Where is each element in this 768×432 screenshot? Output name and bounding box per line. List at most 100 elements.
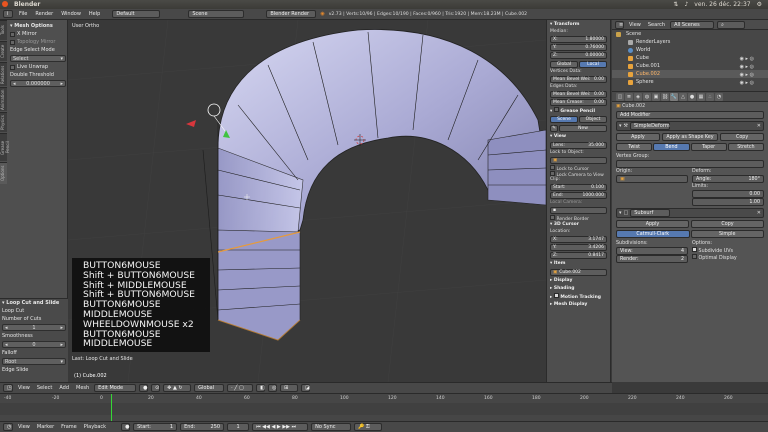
limit-max-field[interactable]: 1.00: [692, 198, 764, 206]
bend-button[interactable]: Bend: [653, 143, 690, 151]
record-icon[interactable]: ●: [121, 423, 131, 431]
gp-object-button[interactable]: Object: [579, 116, 607, 123]
shading-icon[interactable]: ●: [139, 384, 149, 392]
particles-tab-icon[interactable]: ∴: [706, 93, 714, 101]
live-unwrap-checkbox[interactable]: Live Unwrap: [8, 63, 68, 71]
lens-field[interactable]: Lens: 35.000: [550, 142, 607, 149]
pivot-icon[interactable]: ⊙: [151, 384, 161, 392]
add-modifier-dropdown[interactable]: Add Modifier: [616, 111, 764, 119]
angle-field[interactable]: Angle: 180°: [692, 175, 764, 183]
motion-tracking-header[interactable]: ▸ Motion Tracking: [550, 293, 607, 301]
chevron-down-icon[interactable]: ▾: [619, 210, 622, 216]
keying-icons[interactable]: 🔑 ⚿: [354, 423, 383, 431]
occlude-icon[interactable]: ◧: [256, 384, 266, 392]
view-header[interactable]: ▾ View: [550, 133, 607, 141]
menu-render[interactable]: Render: [33, 11, 55, 17]
edge-select-mode-dropdown[interactable]: Select ▾: [10, 55, 66, 62]
apply-button[interactable]: Apply: [616, 220, 689, 228]
outliner-search-menu[interactable]: Search: [646, 22, 667, 28]
outliner-row-sphere[interactable]: Sphere ◉ ▸ ◎: [612, 78, 768, 86]
close-icon[interactable]: ✕: [757, 210, 761, 216]
double-threshold-field[interactable]: ◂ 0.000000 ▸: [10, 80, 66, 87]
cursor-x-field[interactable]: X: 3.1747: [550, 236, 607, 243]
mesh-options-header[interactable]: ▾ Mesh Options: [8, 22, 68, 30]
menu-select[interactable]: Select: [35, 385, 54, 391]
clock[interactable]: ven. 26 déc. 22:37: [694, 1, 750, 8]
operator-header[interactable]: ▾ Loop Cut and Slide: [0, 299, 68, 307]
editor-type-icon[interactable]: ◳: [3, 384, 13, 392]
menu-mesh[interactable]: Mesh: [74, 385, 91, 391]
limit-min-field[interactable]: 0.00: [692, 190, 764, 198]
taper-button[interactable]: Taper: [690, 143, 727, 151]
display-header[interactable]: ▸ Display: [550, 277, 607, 285]
outliner-row-cube[interactable]: Cube ◉ ▸ ◎: [612, 54, 768, 62]
screen-layout-select[interactable]: Default: [112, 10, 161, 18]
origin-field[interactable]: ▣: [616, 175, 688, 183]
transform-header[interactable]: ▾ Transform: [550, 21, 607, 29]
mode-select[interactable]: Edit Mode: [94, 384, 137, 392]
local-button[interactable]: Local: [579, 61, 607, 68]
volume-icon[interactable]: ♪: [684, 1, 688, 8]
global-button[interactable]: Global: [550, 61, 578, 68]
menu-marker[interactable]: Marker: [35, 424, 56, 430]
copy-button[interactable]: Copy: [691, 220, 764, 228]
close-icon[interactable]: ✕: [757, 123, 761, 129]
menu-view[interactable]: View: [16, 424, 32, 430]
tab-grease-pencil[interactable]: Grease Pencil: [0, 133, 10, 161]
falloff-dropdown[interactable]: Root ▾: [2, 358, 66, 365]
tab-relations[interactable]: Relations: [0, 62, 7, 86]
stretch-button[interactable]: Stretch: [727, 143, 764, 151]
menu-help[interactable]: Help: [87, 11, 102, 17]
local-camera-field[interactable]: ▪: [550, 207, 607, 214]
topology-mirror-checkbox[interactable]: Topology Mirror: [8, 38, 68, 46]
x-mirror-checkbox[interactable]: X Mirror: [8, 30, 68, 38]
smoothness-field[interactable]: ◂ 0 ▸: [2, 341, 66, 348]
subdivide-uvs-checkbox[interactable]: Subdivide UVs: [692, 247, 764, 254]
start-frame-field[interactable]: Start: 1: [133, 423, 178, 431]
editor-type-icon[interactable]: ≡: [615, 20, 624, 29]
constraints-tab-icon[interactable]: ⛓: [661, 93, 669, 101]
cursor-y-field[interactable]: Y: 3.4206: [550, 244, 607, 251]
apply-button[interactable]: Apply: [616, 133, 660, 141]
current-frame-field[interactable]: 1: [227, 423, 250, 431]
modifier-name-field[interactable]: Subsurf: [630, 209, 671, 217]
data-tab-icon[interactable]: △: [679, 93, 687, 101]
gp-new-button[interactable]: New: [559, 125, 607, 132]
median-x-field[interactable]: X: 1.80000: [550, 36, 607, 43]
manipulator-icons[interactable]: ✥ ▲ ↻: [163, 384, 192, 392]
menu-playback[interactable]: Playback: [82, 424, 108, 430]
outliner-row-scene[interactable]: Scene: [612, 30, 768, 38]
render-levels-field[interactable]: Render: 2: [616, 255, 688, 263]
texture-tab-icon[interactable]: ▦: [697, 93, 705, 101]
edge-bevel-weight-field[interactable]: Mean Bevel Wei: 0.00: [550, 91, 607, 98]
shading-header[interactable]: ▸ Shading: [550, 285, 607, 293]
modifier-name-field[interactable]: SimpleDeform: [630, 122, 670, 130]
close-icon[interactable]: [2, 1, 8, 7]
copy-button[interactable]: Copy: [720, 133, 764, 141]
outliner-row-cube-002[interactable]: Cube.002 ◉ ▸ ◎: [612, 70, 768, 78]
item-header[interactable]: ▾ Item: [550, 260, 607, 268]
network-icon[interactable]: ⇅: [673, 1, 678, 8]
tab-physics[interactable]: Physics: [0, 112, 7, 132]
clip-end-field[interactable]: End: 1000.000: [550, 192, 607, 199]
median-z-field[interactable]: Z: 0.00000: [550, 52, 607, 59]
gear-icon[interactable]: ⚙: [757, 1, 762, 8]
menu-frame[interactable]: Frame: [59, 424, 79, 430]
item-name-field[interactable]: ▣ Cube.002: [550, 269, 607, 276]
eye-icon[interactable]: ◉ ▸ ◎: [740, 79, 754, 87]
outliner-row-world[interactable]: World: [612, 46, 768, 54]
sync-select[interactable]: No Sync: [311, 423, 352, 431]
snap-icon[interactable]: ⊞: [280, 384, 299, 392]
median-y-field[interactable]: Y: 0.76000: [550, 44, 607, 51]
outliner-row-cube-001[interactable]: Cube.001 ◉ ▸ ◎: [612, 62, 768, 70]
apply-shape-key-button[interactable]: Apply as Shape Key: [661, 133, 719, 141]
search-icon[interactable]: ⌕: [717, 20, 746, 29]
simpledeform-modifier-header[interactable]: ▾ ⚒ SimpleDeform ✕: [616, 121, 764, 131]
outliner-filter-select[interactable]: All Scenes: [670, 20, 715, 29]
vertex-bevel-weight-field[interactable]: Mean Bevel Wei: 0.00: [550, 76, 607, 83]
scene-tab-icon[interactable]: ◈: [634, 93, 642, 101]
gp-scene-button[interactable]: Scene: [550, 116, 578, 123]
grease-pencil-header[interactable]: ▾ Grease Pencil: [550, 107, 607, 115]
end-frame-field[interactable]: End: 250: [180, 423, 225, 431]
curved-tube-mesh[interactable]: [202, 29, 546, 341]
